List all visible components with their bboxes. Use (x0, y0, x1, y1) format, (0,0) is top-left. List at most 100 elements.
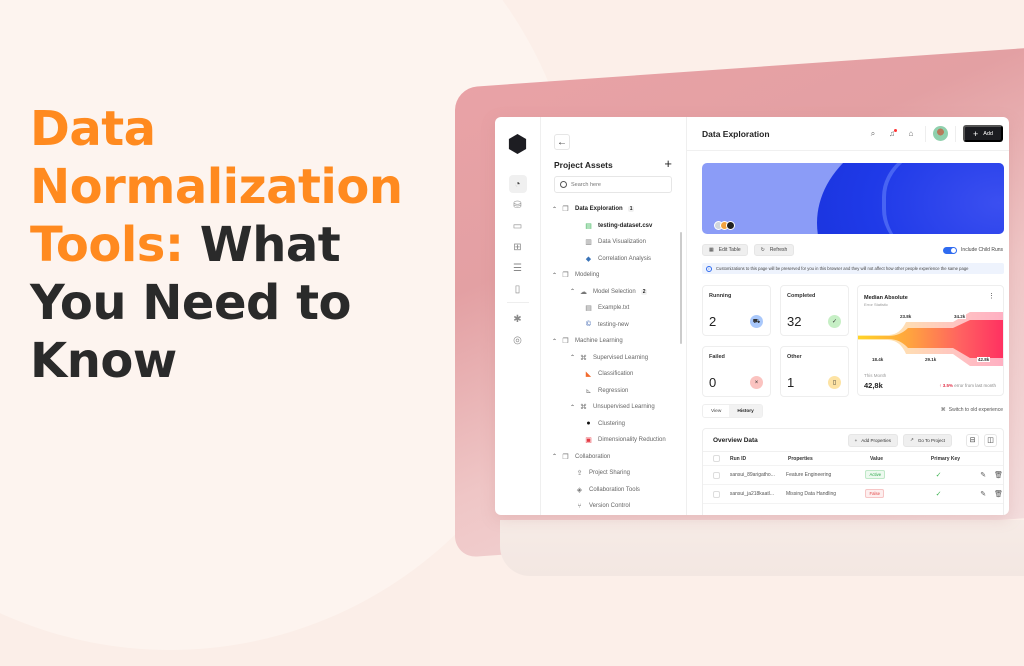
dashboard-gauge-icon[interactable]: ◔ (508, 175, 527, 193)
tab-view[interactable]: View (703, 405, 729, 417)
row-checkbox[interactable] (713, 471, 720, 479)
server-icon[interactable]: ☰ (509, 259, 527, 277)
running-icon: ⛟ (750, 315, 763, 328)
stat-value: 32 (787, 314, 802, 329)
include-child-runs-label: Include Child Runs (961, 247, 1003, 253)
search-input[interactable] (571, 181, 661, 188)
tree-item[interactable]: ▤ Example.txt (551, 300, 681, 317)
include-child-runs-toggle[interactable] (943, 246, 958, 254)
chevron-up-icon[interactable]: ⌃ (569, 404, 576, 411)
tree-item[interactable]: ⑂ Version Control (551, 498, 681, 515)
go-to-project-button[interactable]: ↗ Go To Project (903, 433, 952, 447)
stat-card-failed[interactable]: Failed 0 × (702, 346, 771, 397)
plus-icon: + (854, 437, 858, 443)
tree-item[interactable]: ⊾ Regression (551, 383, 681, 400)
add-button[interactable]: + Add (962, 125, 1003, 142)
tree-item[interactable]: ⌃ ❐ Modeling (551, 267, 681, 284)
chevron-up-icon[interactable]: ⌃ (551, 272, 558, 279)
edit-pencil-icon[interactable]: ✎ (980, 471, 986, 479)
stat-card-completed[interactable]: Completed 32 ✓ (780, 285, 849, 336)
run-id[interactable]: sansui_ja218kaatl... (730, 491, 786, 497)
tree-item[interactable]: ⌃ ❐ Data Exploration 1 (551, 201, 681, 218)
add-properties-button[interactable]: + Add Properties (847, 433, 899, 447)
stat-card-other[interactable]: Other 1 ▯ (780, 346, 849, 397)
search-icon[interactable]: ⌕ (866, 129, 880, 139)
database-icon[interactable]: ⛁ (509, 196, 527, 214)
logo-icon[interactable] (508, 134, 527, 154)
tree-item[interactable]: ⌃ ⌘ Unsupervised Learning (551, 399, 681, 416)
column-header[interactable]: Primary Key (917, 456, 974, 462)
c-language-icon: © (585, 321, 592, 329)
column-header[interactable]: Run ID (730, 456, 788, 462)
switch-old-experience-link[interactable]: ⌘ Switch to old experience (941, 407, 1003, 413)
chevron-up-icon[interactable]: ⌃ (551, 206, 558, 213)
tree-item[interactable]: ⌃ ❐ Machine Learning (551, 333, 681, 350)
avatar[interactable] (932, 126, 948, 141)
table-row[interactable]: sansui_ja218kaatl... Missing Data Handlin… (703, 485, 1003, 504)
row-checkbox[interactable] (713, 490, 720, 498)
target-icon[interactable]: ◎ (509, 331, 527, 349)
monitor-icon[interactable]: ▭ (509, 217, 527, 235)
settings-cog-icon[interactable]: ✱ (509, 310, 527, 328)
rows-layout-icon[interactable]: ⊟ (966, 433, 979, 447)
tab-history[interactable]: History (729, 405, 762, 417)
collaborator-avatars[interactable] (714, 221, 735, 230)
tree-item-label: Collaboration Tools (589, 486, 640, 493)
search-field[interactable] (554, 176, 672, 193)
inbox-icon[interactable]: ⌂ (904, 129, 918, 138)
tree-item[interactable]: ⇪ Project Sharing (551, 465, 681, 482)
columns-layout-icon[interactable]: ◫ (984, 433, 997, 447)
stat-value: 0 (709, 375, 717, 390)
status-badge: Active (865, 470, 886, 479)
table-row[interactable]: sansui_89arigatho... Feature Engineering A… (703, 466, 1003, 485)
assets-title: Project Assets (554, 160, 613, 170)
tree-item[interactable]: ⌃ ☁ Model Selection 2 (551, 284, 681, 301)
funnel-label: 42.8k (977, 357, 991, 362)
tree-item[interactable]: ◆ Correlation Analysis (551, 251, 681, 268)
notification-dot (893, 129, 897, 132)
run-id[interactable]: sansui_89arigatho... (730, 472, 786, 478)
add-asset-button[interactable]: + (664, 156, 672, 171)
chevron-up-icon[interactable]: ⌃ (551, 338, 558, 345)
tree-item-label: Modeling (575, 272, 600, 279)
view-tabs: View History (702, 404, 763, 418)
stat-card-running[interactable]: Running 2 ⛟ (702, 285, 771, 336)
tree-item-label: Clustering (598, 420, 626, 427)
select-all-checkbox[interactable] (713, 455, 720, 462)
chevron-up-icon[interactable]: ⌃ (569, 354, 576, 361)
tree-item[interactable]: ▥ Data Visualization (551, 234, 681, 251)
column-header[interactable]: Properties (788, 456, 870, 462)
tree-item[interactable]: ▣ Dimensionality Reduction (551, 432, 681, 449)
trash-icon[interactable]: 🗑 (994, 471, 1003, 479)
tree-item[interactable]: ● Clustering (551, 416, 681, 433)
chevron-up-icon[interactable]: ⌃ (551, 453, 558, 460)
edit-table-button[interactable]: ▦ Edit Table (702, 244, 748, 256)
table-layout-icon[interactable]: ⊞ (509, 238, 527, 256)
back-button[interactable]: ← (554, 134, 570, 150)
tree-item[interactable]: ◈ Collaboration Tools (551, 482, 681, 499)
document-icon: ▯ (828, 376, 841, 389)
tree-item[interactable]: ◣ Classification (551, 366, 681, 383)
add-properties-label: Add Properties (861, 437, 892, 443)
file-icon[interactable]: ▯ (509, 280, 527, 298)
divider (924, 125, 926, 142)
table-header: Run ID Properties Value Primary Key (703, 452, 1003, 466)
tree-item[interactable]: © testing-new (551, 317, 681, 334)
go-to-project-label: Go To Project (917, 437, 945, 443)
tree-item-label: Unsupervised Learning (593, 404, 655, 411)
more-options-icon[interactable]: ⋮ (988, 293, 995, 300)
tree-item[interactable]: ⌃ ⌘ Supervised Learning (551, 350, 681, 367)
app-window: ◔ ⛁ ▭ ⊞ ☰ ▯ ✱ ◎ ← Project Assets + ⌃ ❐ Dat… (495, 117, 1009, 515)
bell-icon[interactable]: ♫ (885, 129, 899, 138)
tree-item[interactable]: ⌃ ❐ Collaboration (551, 449, 681, 466)
trash-icon[interactable]: 🗑 (994, 490, 1003, 498)
tree-item[interactable]: ▤ testing-dataset.csv (551, 218, 681, 235)
tree-scrollbar[interactable] (680, 232, 682, 344)
tree-item-label: Project Sharing (589, 470, 631, 477)
column-header[interactable]: Value (870, 456, 917, 462)
count-badge: 1 (627, 206, 635, 213)
folder-icon: ❐ (562, 206, 569, 214)
refresh-button[interactable]: ↻ Refresh (753, 244, 795, 256)
chevron-up-icon[interactable]: ⌃ (569, 288, 576, 295)
edit-pencil-icon[interactable]: ✎ (980, 490, 986, 498)
